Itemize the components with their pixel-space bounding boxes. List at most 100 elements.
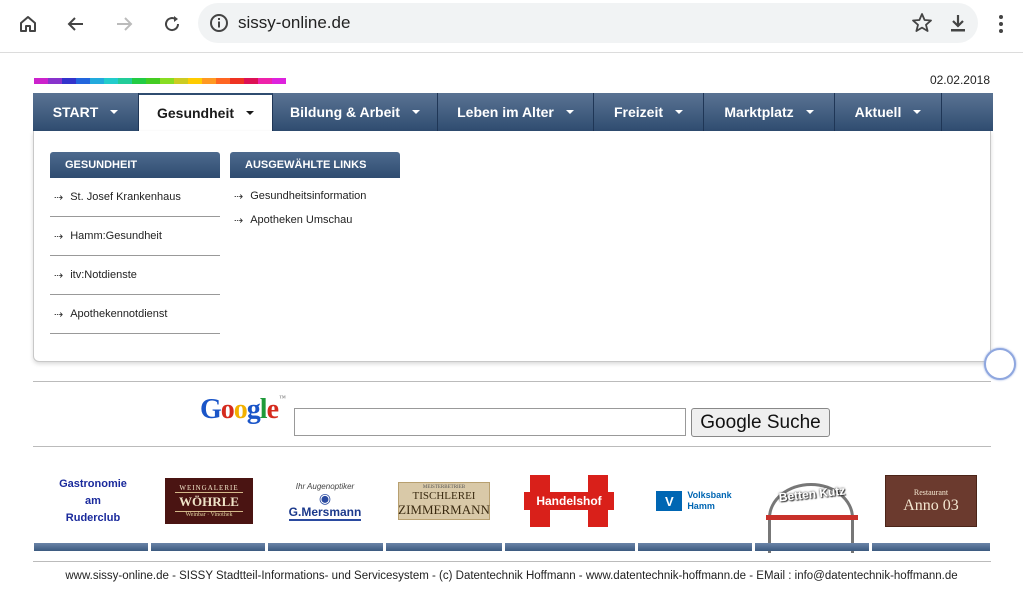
url-text[interactable]: sissy-online.de bbox=[238, 13, 350, 33]
nav-item-label: START bbox=[52, 104, 99, 120]
floating-scroll-button[interactable] bbox=[984, 348, 1016, 380]
sponsor-bar bbox=[638, 543, 752, 551]
star-icon[interactable] bbox=[910, 11, 934, 40]
google-logo: Google™ bbox=[200, 394, 286, 425]
divider bbox=[33, 446, 991, 447]
nav-item-bildung-arbeit[interactable]: Bildung & Arbeit bbox=[273, 93, 438, 131]
rainbow-bar bbox=[34, 78, 286, 84]
dropdown-link[interactable]: ⇢ Hamm:Gesundheit bbox=[50, 217, 220, 256]
caret-down-icon bbox=[110, 110, 119, 114]
rainbow-segment bbox=[132, 78, 146, 84]
caret-down-icon bbox=[246, 111, 254, 115]
dropdown-link[interactable]: ⇢ Apotheken Umschau bbox=[230, 208, 400, 232]
arrow-right-icon: ⇢ bbox=[234, 190, 244, 203]
download-icon[interactable] bbox=[946, 11, 970, 40]
nav-item-label: Gesundheit bbox=[156, 105, 234, 121]
nav-item-marktplatz[interactable]: Marktplatz bbox=[704, 93, 835, 131]
divider bbox=[33, 561, 991, 562]
dropdown-link-label: St. Josef Krankenhaus bbox=[70, 191, 181, 203]
menu-kebab-icon[interactable] bbox=[988, 8, 1014, 40]
rainbow-segment bbox=[34, 78, 48, 84]
caret-down-icon bbox=[565, 110, 574, 114]
search-input[interactable] bbox=[294, 408, 686, 436]
column-heading: AUSGEWÄHLTE LINKS bbox=[230, 152, 400, 178]
reload-icon[interactable] bbox=[154, 6, 190, 42]
sponsor-anno-03[interactable]: Restaurant Anno 03 bbox=[872, 470, 990, 532]
nav-item-gesundheit[interactable]: Gesundheit bbox=[139, 93, 273, 131]
rainbow-segment bbox=[244, 78, 258, 84]
dropdown-link-label: Hamm:Gesundheit bbox=[70, 230, 162, 242]
footer-text: www.sissy-online.de - SISSY Stadtteil-In… bbox=[65, 570, 958, 582]
info-icon[interactable] bbox=[208, 12, 230, 39]
sponsor-bar bbox=[34, 543, 148, 551]
sponsor-tischlerei-zimmermann[interactable]: MEISTERBETRIEB TISCHLEREI ZIMMERMANN bbox=[386, 470, 502, 532]
nav-item-label: Freizeit bbox=[613, 104, 663, 120]
nav-item-label: Aktuell bbox=[854, 104, 902, 120]
sponsor-bar bbox=[386, 543, 502, 551]
arrow-right-icon: ⇢ bbox=[54, 191, 64, 204]
rainbow-segment bbox=[202, 78, 216, 84]
sponsor-handelshof[interactable]: Handelshof bbox=[504, 470, 634, 532]
nav-item-freizeit[interactable]: Freizeit bbox=[594, 93, 704, 131]
back-arrow-icon[interactable] bbox=[58, 6, 94, 42]
dropdown-link[interactable]: ⇢ Apothekennotdienst bbox=[50, 295, 220, 334]
sponsor-weingalerie-woehrle[interactable]: WEINGALERIE WÖHRLE Weinbar · Vinothek bbox=[152, 470, 266, 532]
volksbank-logo-icon: V bbox=[656, 491, 683, 511]
caret-down-icon bbox=[675, 110, 683, 114]
sponsor-volksbank-hamm[interactable]: V Volksbank Hamm bbox=[636, 470, 752, 532]
rainbow-segment bbox=[216, 78, 230, 84]
dropdown-link[interactable]: ⇢ itv:Notdienste bbox=[50, 256, 220, 295]
dropdown-link[interactable]: ⇢ St. Josef Krankenhaus bbox=[50, 178, 220, 217]
column-heading: GESUNDHEIT bbox=[50, 152, 220, 178]
sponsor-mersmann[interactable]: Ihr Augenoptiker ◉ G.Mersmann bbox=[268, 470, 382, 532]
rainbow-segment bbox=[76, 78, 90, 84]
nav-item-label: Leben im Alter bbox=[457, 104, 554, 120]
arrow-right-icon: ⇢ bbox=[54, 269, 64, 282]
eye-icon: ◉ bbox=[318, 489, 332, 506]
sponsor-bar bbox=[755, 543, 869, 551]
dropdown-link-label: itv:Notdienste bbox=[70, 269, 137, 281]
sponsor-bar bbox=[268, 543, 383, 551]
nav-item-start[interactable]: START bbox=[33, 93, 139, 131]
forward-arrow-icon[interactable] bbox=[106, 6, 142, 42]
caret-down-icon bbox=[411, 110, 420, 114]
browser-toolbar: sissy-online.de bbox=[0, 0, 1023, 53]
google-search-button[interactable]: Google Suche bbox=[691, 408, 830, 437]
sponsor-gastronomie-ruderclub[interactable]: Gastronomie am Ruderclub bbox=[36, 470, 150, 532]
sponsor-bar bbox=[505, 543, 635, 551]
rainbow-segment bbox=[118, 78, 132, 84]
current-date: 02.02.2018 bbox=[929, 73, 990, 87]
rainbow-segment bbox=[62, 78, 76, 84]
arrow-right-icon: ⇢ bbox=[54, 308, 64, 321]
sponsor-bar bbox=[151, 543, 265, 551]
dropdown-link-label: Apothekennotdienst bbox=[70, 308, 168, 320]
rainbow-segment bbox=[48, 78, 62, 84]
dropdown-column-gesundheit: GESUNDHEIT ⇢ St. Josef Krankenhaus ⇢ Hamm:G… bbox=[50, 152, 220, 334]
rainbow-segment bbox=[230, 78, 244, 84]
main-navigation: START Gesundheit Bildung & Arbeit Leben im … bbox=[33, 93, 993, 131]
sponsor-betten-kutz[interactable]: Betten Kutz bbox=[754, 470, 870, 553]
divider bbox=[33, 381, 991, 382]
nav-item-leben-im-alter[interactable]: Leben im Alter bbox=[438, 93, 594, 131]
rainbow-segment bbox=[90, 78, 104, 84]
caret-down-icon bbox=[805, 110, 814, 114]
nav-item-label: Bildung & Arbeit bbox=[290, 104, 400, 120]
nav-item-label: Marktplatz bbox=[724, 104, 794, 120]
rainbow-segment bbox=[104, 78, 118, 84]
dropdown-link-label: Apotheken Umschau bbox=[250, 214, 353, 226]
rainbow-segment bbox=[174, 78, 188, 84]
home-icon[interactable] bbox=[10, 6, 46, 42]
gesundheit-dropdown: GESUNDHEIT ⇢ St. Josef Krankenhaus ⇢ Hamm:G… bbox=[33, 131, 991, 362]
dropdown-link[interactable]: ⇢ Gesundheitsinformation bbox=[230, 184, 400, 208]
nav-item-aktuell[interactable]: Aktuell bbox=[835, 93, 942, 131]
dropdown-column-links: AUSGEWÄHLTE LINKS ⇢ Gesundheitsinformatio… bbox=[230, 152, 400, 232]
rainbow-segment bbox=[160, 78, 174, 84]
arrow-right-icon: ⇢ bbox=[234, 214, 244, 227]
dropdown-link-label: Gesundheitsinformation bbox=[250, 190, 367, 202]
rainbow-segment bbox=[146, 78, 160, 84]
rainbow-segment bbox=[272, 78, 286, 84]
caret-down-icon bbox=[913, 110, 922, 114]
address-bar[interactable]: sissy-online.de bbox=[198, 3, 978, 43]
rainbow-segment bbox=[258, 78, 272, 84]
rainbow-segment bbox=[188, 78, 202, 84]
